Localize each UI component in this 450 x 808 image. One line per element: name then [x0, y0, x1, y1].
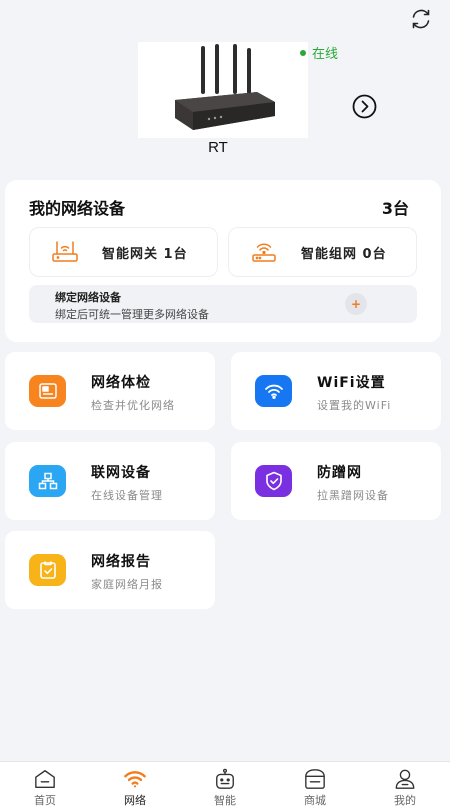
gateway-icon — [52, 241, 78, 262]
my-devices-title: 我的网络设备 — [29, 199, 126, 218]
tile-title: 联网设备 — [91, 465, 151, 481]
router-image — [138, 42, 308, 138]
bind-title: 绑定网络设备 — [55, 291, 121, 304]
tile-network-checkup[interactable]: 网络体检 检查并优化网络 — [5, 352, 215, 430]
tile-connected-devices[interactable]: 联网设备 在线设备管理 — [5, 442, 215, 520]
tile-subtitle: 在线设备管理 — [91, 489, 163, 502]
checkup-icon — [29, 375, 66, 407]
status-label: 在线 — [312, 47, 339, 62]
network-devices-icon — [29, 465, 66, 497]
router-illustration — [175, 44, 275, 130]
tile-anti-freeload[interactable]: 防蹭网 拉黑蹭网设备 — [231, 442, 441, 520]
tile-subtitle: 设置我的WiFi — [317, 399, 392, 412]
chevron-right-circle-icon — [352, 94, 377, 119]
tab-label: 网络 — [124, 794, 146, 807]
profile-icon — [395, 769, 415, 789]
tile-subtitle: 家庭网络月报 — [91, 578, 163, 591]
tab-label: 我的 — [394, 794, 416, 807]
wifi-settings-icon — [255, 375, 292, 407]
tile-subtitle: 检查并优化网络 — [91, 399, 175, 412]
online-status: 在线 — [300, 43, 338, 62]
smart-gateway-label: 智能网关 1台 — [102, 246, 188, 262]
network-icon — [124, 771, 146, 788]
tile-network-report[interactable]: 网络报告 家庭网络月报 — [5, 531, 215, 609]
my-devices-count: 3台 — [381, 199, 409, 218]
plus-icon: + — [350, 297, 362, 311]
tab-smart[interactable]: 智能 — [180, 762, 270, 808]
add-device-button[interactable]: + — [345, 293, 367, 315]
tab-label: 首页 — [34, 794, 56, 807]
report-icon — [29, 554, 66, 586]
tile-title: 防蹭网 — [317, 465, 362, 481]
tile-subtitle: 拉黑蹭网设备 — [317, 489, 389, 502]
tab-label: 智能 — [214, 794, 236, 807]
bind-device-banner[interactable]: 绑定网络设备 绑定后可统一管理更多网络设备 + — [29, 285, 417, 323]
device-detail-button[interactable] — [352, 94, 377, 119]
bottom-tab-bar: 首页 网络 智能 商城 我的 — [0, 761, 450, 808]
home-icon — [35, 770, 55, 788]
tile-title: WiFi设置 — [317, 375, 386, 391]
my-devices-card: 我的网络设备 3台 智能网关 1台 智能组网 0台 绑定网络设备 绑定后可统一管… — [5, 180, 441, 342]
refresh-button[interactable] — [408, 6, 434, 32]
refresh-icon — [412, 9, 430, 29]
bind-description: 绑定后可统一管理更多网络设备 — [55, 308, 209, 321]
tile-title: 网络报告 — [91, 554, 151, 570]
smart-mesh-label: 智能组网 0台 — [301, 246, 387, 262]
status-dot — [300, 49, 306, 56]
tab-store[interactable]: 商城 — [270, 762, 360, 808]
robot-icon — [216, 768, 234, 789]
shield-icon — [255, 465, 292, 497]
tile-wifi-settings[interactable]: WiFi设置 设置我的WiFi — [231, 352, 441, 430]
tab-network[interactable]: 网络 — [90, 762, 180, 808]
tab-home[interactable]: 首页 — [0, 762, 90, 808]
device-name: RT — [208, 139, 228, 156]
smart-gateway-card[interactable]: 智能网关 1台 — [29, 227, 218, 277]
mesh-router-icon — [252, 243, 276, 262]
tab-profile[interactable]: 我的 — [360, 762, 450, 808]
smart-mesh-card[interactable]: 智能组网 0台 — [228, 227, 417, 277]
tab-label: 商城 — [304, 794, 326, 807]
tile-title: 网络体检 — [91, 375, 151, 391]
store-icon — [305, 769, 325, 789]
